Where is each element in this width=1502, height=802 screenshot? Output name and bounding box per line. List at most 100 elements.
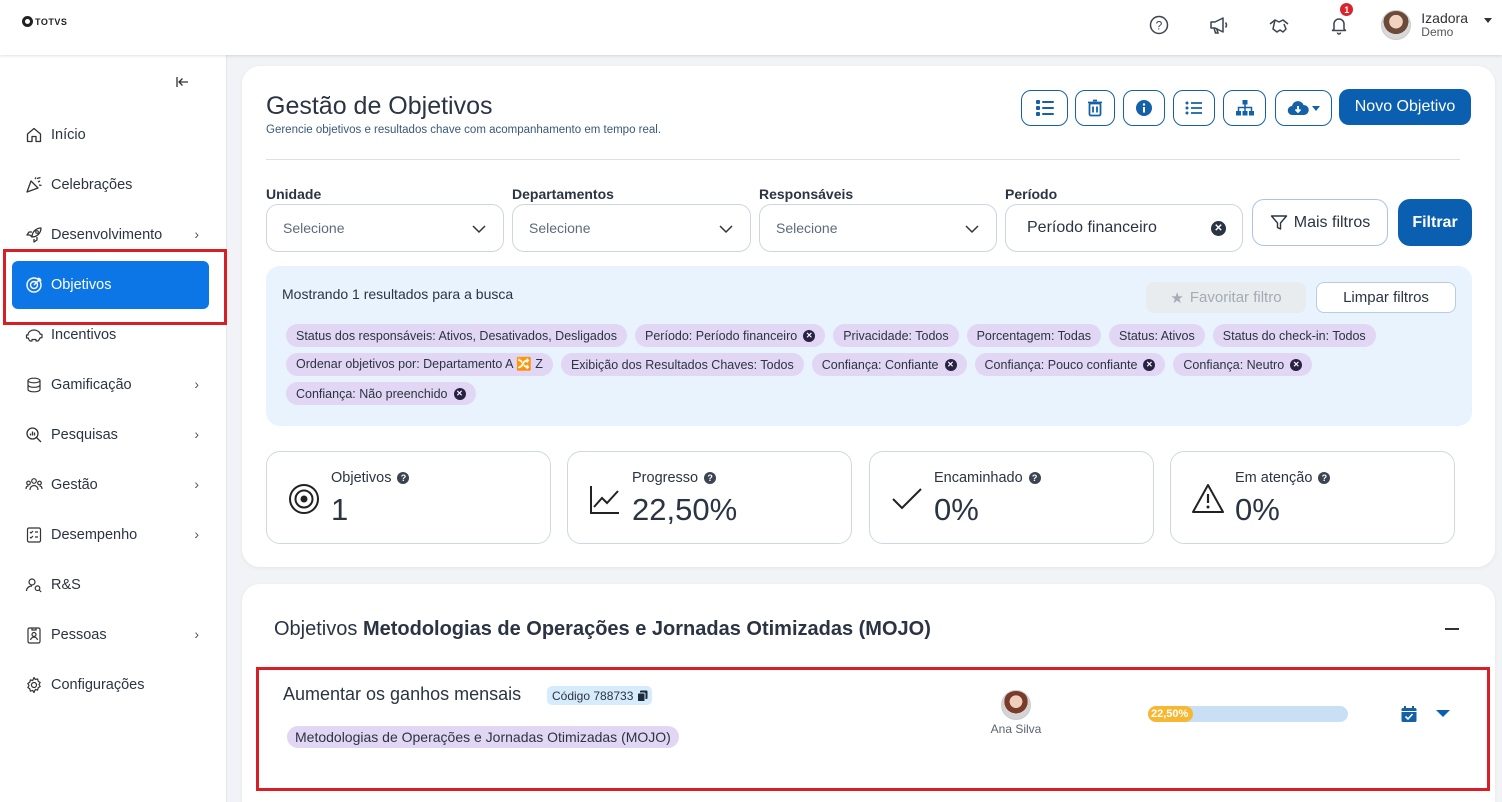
progress-label: 22,50%: [1151, 708, 1189, 720]
download-menu-button[interactable]: [1275, 90, 1332, 126]
filter-chip-label: Exibição dos Resultados Chaves: Todos: [570, 357, 794, 372]
filter-chip-label: Status dos responsáveis: Ativos, Desativ…: [296, 328, 618, 343]
objective-title[interactable]: Aumentar os ganhos mensais: [283, 684, 521, 705]
owner-name: Ana Silva: [990, 722, 1042, 736]
sidebar-item-pessoas[interactable]: Pessoas ›: [12, 611, 209, 659]
page-title: Gestão de Objetivos: [266, 92, 493, 120]
user-menu[interactable]: Izadora Demo: [1369, 0, 1502, 50]
favorite-filter-button[interactable]: ★ Favoritar filtro: [1146, 282, 1306, 313]
more-filters-button[interactable]: Mais filtros: [1252, 199, 1388, 246]
list-view-button[interactable]: [1173, 90, 1215, 126]
new-objective-button[interactable]: Novo Objetivo: [1339, 89, 1471, 125]
remove-chip-icon[interactable]: ✕: [803, 329, 816, 342]
filter-chip-label: Confiança: Neutro: [1183, 357, 1285, 372]
sidebar-item-gestao[interactable]: Gestão ›: [12, 461, 209, 509]
objective-code-badge[interactable]: Código 788733: [547, 686, 653, 705]
sidebar-item-inicio[interactable]: Início: [12, 111, 209, 159]
star-icon: ★: [1170, 289, 1184, 307]
chevron-down-icon: [1484, 17, 1492, 23]
caret-down-icon: [1436, 710, 1450, 717]
chevron-right-icon: ›: [194, 376, 199, 392]
results-count-text: Mostrando 1 resultados para a busca: [282, 286, 514, 302]
help-icon: ?: [1150, 15, 1169, 35]
filter-chip-label: Confiança: Confiante: [821, 357, 939, 372]
caret-down-icon: [1312, 105, 1320, 111]
home-icon: [24, 125, 44, 145]
departamentos-select[interactable]: Selecione: [512, 204, 751, 252]
remove-chip-icon[interactable]: ✕: [944, 358, 957, 371]
sidebar-item-desempenho[interactable]: Desempenho ›: [12, 511, 209, 559]
unidade-select[interactable]: Selecione: [266, 204, 504, 252]
expand-objective-button[interactable]: [1436, 710, 1450, 717]
stat-label-row: Em atenção?: [1235, 470, 1331, 486]
filter-label-periodo: Período: [1005, 186, 1058, 202]
check-in-button[interactable]: [1400, 705, 1418, 728]
chevron-right-icon: ›: [194, 626, 199, 642]
party-icon: [24, 175, 44, 195]
stat-label-row: Encaminhado?: [934, 470, 1041, 486]
sidebar-item-pesquisas[interactable]: Pesquisas ›: [12, 411, 209, 459]
chevron-down-icon: [965, 225, 979, 234]
sidebar-item-desenvolvimento[interactable]: Desenvolvimento ›: [12, 211, 209, 259]
filter-chip-label: Status do check-in: Todos: [1222, 328, 1366, 343]
info-icon: [1136, 100, 1152, 116]
check-icon: [892, 488, 922, 510]
sidebar-item-celebracoes[interactable]: Celebrações: [12, 161, 209, 209]
filter-chip[interactable]: Confiança: Não preenchido ✕: [286, 382, 476, 405]
help-icon[interactable]: ?: [704, 472, 717, 484]
sidebar-item-label: R&S: [51, 577, 81, 593]
collapse-sidebar-button[interactable]: [176, 75, 190, 93]
filter-chip-label: Porcentagem: Todas: [976, 328, 1092, 343]
responsaveis-select[interactable]: Selecione: [759, 204, 997, 252]
help-icon[interactable]: ?: [397, 472, 410, 484]
info-button[interactable]: [1123, 90, 1165, 126]
sidebar-item-incentivos[interactable]: Incentivos: [12, 311, 209, 359]
help-icon[interactable]: ?: [1028, 472, 1041, 484]
periodo-select[interactable]: Período financeiro ✕: [1005, 204, 1243, 252]
help-icon[interactable]: ?: [1318, 472, 1331, 484]
sidebar-item-label: Configurações: [51, 677, 145, 693]
filter-button[interactable]: Filtrar: [1398, 199, 1472, 246]
collapse-group-button[interactable]: [1445, 628, 1459, 630]
remove-chip-icon[interactable]: ✕: [453, 387, 466, 400]
favorite-filter-label: Favoritar filtro: [1189, 289, 1282, 306]
stat-label: Objetivos: [331, 470, 392, 486]
help-button[interactable]: ?: [1129, 0, 1189, 50]
clear-filters-button[interactable]: Limpar filtros: [1316, 282, 1456, 313]
objective-owner[interactable]: Ana Silva: [990, 690, 1042, 736]
totvs-logo[interactable]: TOTVS: [22, 16, 67, 27]
remove-chip-icon[interactable]: ✕: [1143, 358, 1156, 371]
hierarchy-view-button[interactable]: [1223, 90, 1266, 126]
key-results-view-button[interactable]: [1021, 90, 1068, 126]
sidebar-item-objetivos[interactable]: Objetivos: [12, 261, 209, 309]
user-subtitle: Demo: [1421, 25, 1454, 39]
svg-text:?: ?: [1156, 19, 1163, 33]
notifications-button[interactable]: 1: [1309, 0, 1369, 50]
sidebar-item-gamificacao[interactable]: Gamificação ›: [12, 361, 209, 409]
objective-progress-bar: 22,50%: [1148, 706, 1348, 722]
stat-card-em-atencao: Em atenção? 0%: [1170, 451, 1455, 544]
bell-icon: [1332, 18, 1347, 35]
warning-icon: [1192, 484, 1224, 513]
delete-button[interactable]: [1075, 90, 1115, 126]
announcements-button[interactable]: [1189, 0, 1249, 50]
filter-chip[interactable]: Período: Período financeiro ✕: [635, 324, 826, 347]
logo-ring-icon: [22, 16, 33, 27]
clear-periodo-icon[interactable]: ✕: [1211, 221, 1226, 236]
filter-chip[interactable]: Confiança: Neutro ✕: [1173, 353, 1313, 376]
top-actions: ? 1 Izadora Demo: [1129, 0, 1502, 50]
stat-value: 0%: [1235, 492, 1280, 527]
remove-chip-icon[interactable]: ✕: [1290, 358, 1303, 371]
sidebar: Início Celebrações Desenvolvimento › Obj…: [0, 55, 227, 802]
page-subtitle: Gerencie objetivos e resultados chave co…: [266, 124, 662, 136]
group-prefix: Objetivos: [274, 618, 358, 640]
filter-chip-label: Confiança: Não preenchido: [296, 386, 448, 401]
filter-chip[interactable]: Confiança: Confiante ✕: [811, 353, 967, 376]
sidebar-item-configuracoes[interactable]: Configurações: [12, 661, 209, 709]
filter-chip-label: Status: Ativos: [1119, 328, 1195, 343]
sidebar-item-rs[interactable]: R&S: [12, 561, 209, 609]
sidebar-item-label: Pessoas: [51, 627, 107, 643]
feedback-button[interactable]: [1249, 0, 1309, 50]
filter-chip: Status do check-in: Todos: [1212, 324, 1376, 347]
filter-chip[interactable]: Confiança: Pouco confiante ✕: [974, 353, 1166, 376]
